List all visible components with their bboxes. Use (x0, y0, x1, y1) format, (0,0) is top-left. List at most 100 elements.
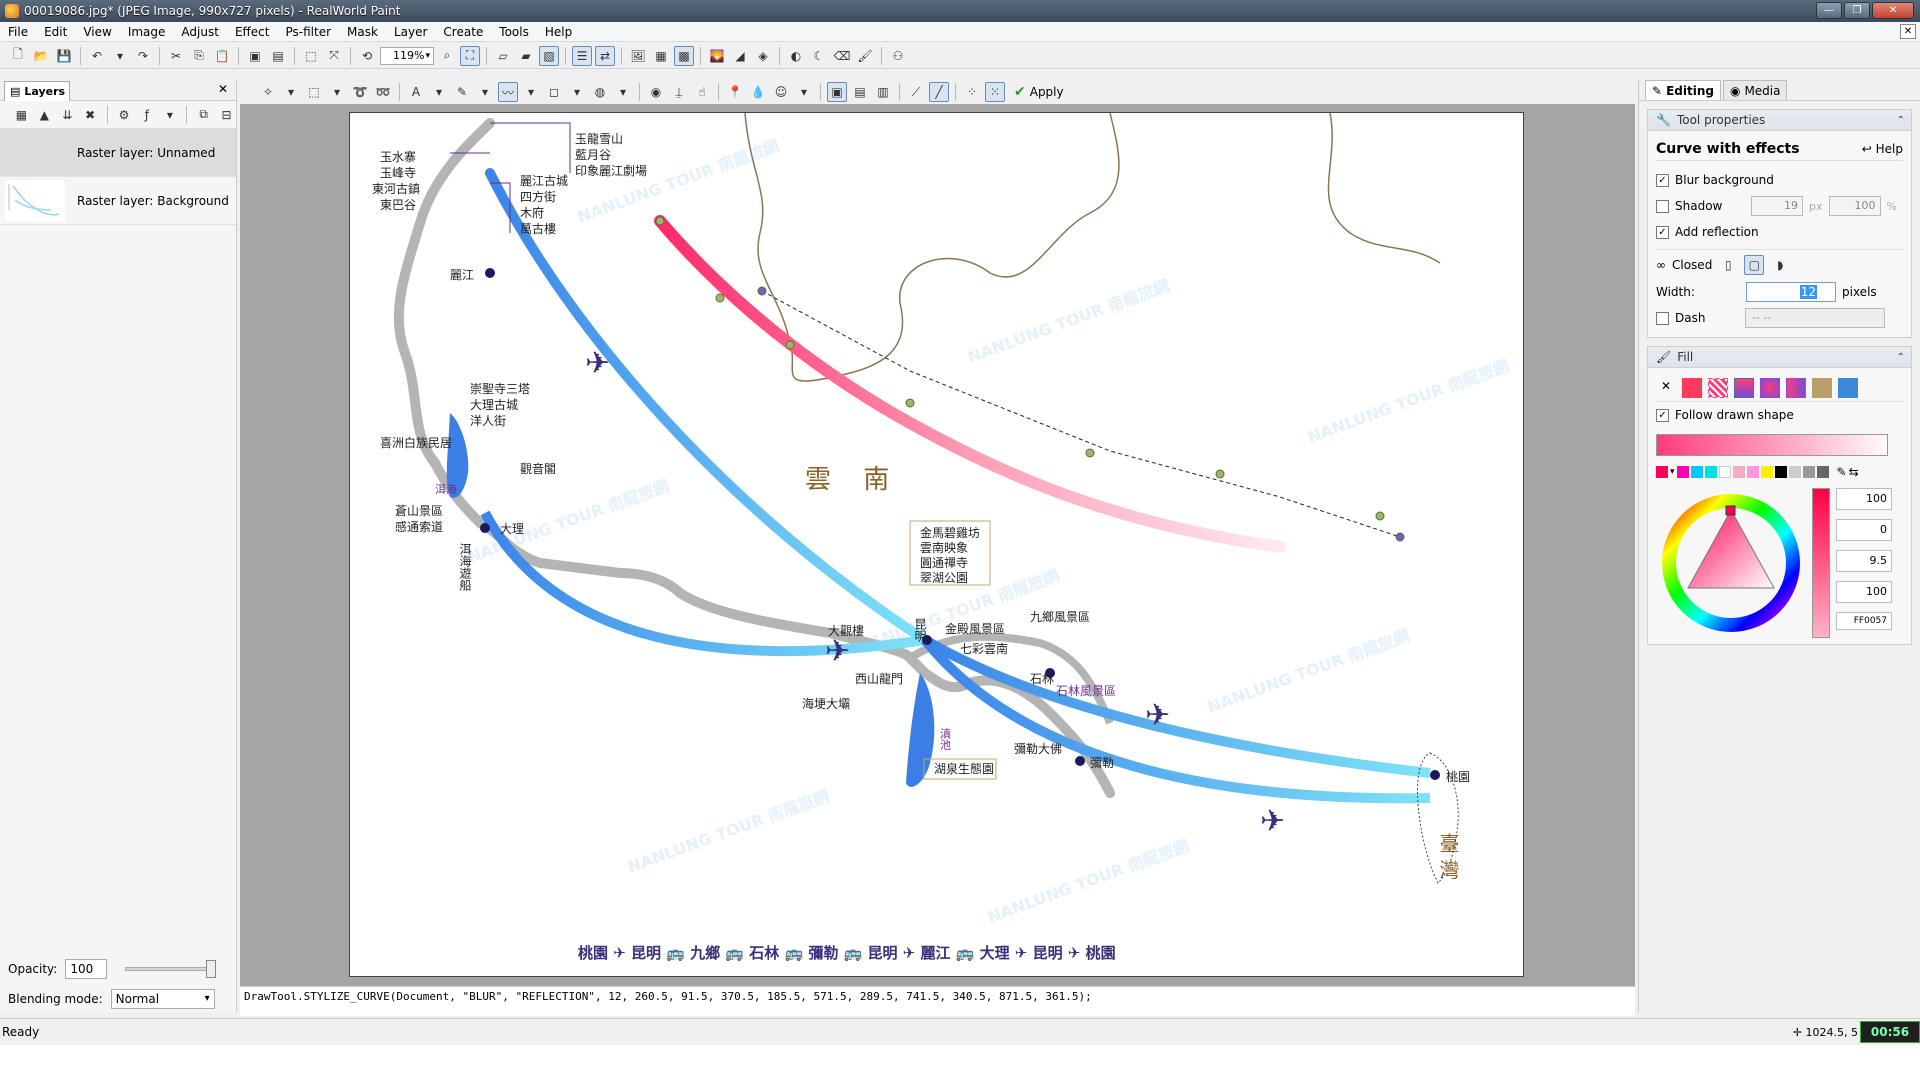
hue-input[interactable]: 100 (1836, 488, 1892, 510)
dash-checkbox[interactable] (1656, 311, 1669, 325)
zoom-icon[interactable]: ⌕ (437, 46, 457, 66)
opacity-slider-knob[interactable] (206, 960, 217, 978)
rotate-icon[interactable]: ⟲ (357, 46, 377, 66)
opacity-input[interactable]: 100 (65, 959, 108, 979)
menu-view[interactable]: View (75, 25, 119, 39)
picture-icon[interactable]: 🌄 (707, 46, 727, 66)
apply-button[interactable]: ✔ Apply (1008, 82, 1070, 102)
swatch[interactable] (1704, 466, 1717, 478)
clone-stamp-icon[interactable]: ⍊ (669, 82, 689, 102)
text-edit-icon[interactable]: ☰ (572, 45, 592, 66)
blur-checkbox[interactable]: ✓ (1656, 173, 1669, 187)
line-style-icon[interactable]: ╱ (929, 82, 949, 102)
swap-colors-icon[interactable]: ⇆ (1849, 465, 1859, 479)
solid-fill-icon[interactable] (1682, 377, 1702, 398)
image-fill-icon[interactable] (1838, 377, 1858, 398)
command-line[interactable]: DrawTool.STYLIZE_CURVE(Document, "BLUR",… (240, 986, 1635, 1016)
shadow-size-input[interactable]: 19 (1751, 196, 1803, 216)
zoom-select[interactable]: 119% (380, 46, 434, 65)
layer-properties-icon[interactable]: ⚙ (115, 105, 134, 125)
flatten-icon[interactable]: ⊟ (217, 105, 236, 125)
alpha-input[interactable]: 100 (1836, 581, 1892, 603)
layer-merge-icon[interactable]: ▧ (539, 45, 559, 66)
node-icon[interactable]: ⁘ (962, 82, 982, 102)
pattern-fill-icon[interactable] (1708, 377, 1728, 398)
open-icon[interactable]: 📂 (31, 46, 51, 66)
dropdown-icon[interactable]: ▾ (794, 82, 814, 102)
swatch[interactable] (1732, 466, 1745, 478)
follow-checkbox[interactable]: ✓ (1656, 408, 1669, 422)
image-canvas[interactable]: NANLUNG TOUR 南龍旅網 NANLUNG TOUR 南龍旅網 NANL… (349, 112, 1524, 977)
dash-pattern-input[interactable]: -- -- (1745, 308, 1885, 328)
person-icon[interactable]: ☺ (771, 82, 791, 102)
undo-icon[interactable]: ↶ (87, 46, 107, 66)
copy-icon[interactable]: ⎘ (189, 46, 209, 66)
fill-header[interactable]: 🖌 Fill ⌃ (1647, 346, 1912, 368)
pin-icon[interactable]: 📍 (725, 82, 745, 102)
menu-file[interactable]: File (0, 25, 36, 39)
save-icon[interactable]: 💾 (54, 46, 74, 66)
eraser-icon[interactable]: ⌫ (832, 46, 852, 66)
layer-down-icon[interactable]: ▰ (516, 46, 536, 66)
text-tool-icon[interactable]: A (406, 82, 426, 102)
layer-item[interactable]: Raster layer: Unnamed (0, 129, 236, 177)
opacity-slider[interactable] (125, 960, 217, 978)
moon-icon[interactable]: ☾ (809, 46, 829, 66)
select-icon[interactable]: ⬚ (301, 46, 321, 66)
width-input[interactable]: 12 (1746, 282, 1836, 302)
dropdown-icon[interactable]: ▾ (281, 82, 301, 102)
line-width-icon[interactable]: ⟋ (906, 82, 926, 102)
shadow-opacity-input[interactable]: 100 (1828, 196, 1881, 216)
menu-edit[interactable]: Edit (36, 25, 75, 39)
close-icon[interactable]: ✕ (218, 82, 228, 96)
gradient-icon[interactable]: ◢ (730, 46, 750, 66)
transform-icon[interactable]: ⤧ (324, 46, 344, 66)
red-eye-icon[interactable]: ◉ (646, 82, 666, 102)
layer-paste-icon[interactable]: ▤ (268, 46, 288, 66)
menu-adjust[interactable]: Adjust (173, 25, 227, 39)
layer-up-icon[interactable]: ▲ (35, 105, 54, 125)
reflection-checkbox[interactable]: ✓ (1656, 225, 1669, 239)
dropdown-icon[interactable]: ▾ (429, 82, 449, 102)
dropdown-icon[interactable]: ▾ (160, 105, 179, 125)
collapse-icon[interactable]: ⌃ (1897, 115, 1905, 126)
dropdown-icon[interactable]: ▾ (475, 82, 495, 102)
swatch[interactable] (1746, 466, 1759, 478)
radial-fill-icon[interactable] (1760, 377, 1780, 398)
menu-layer[interactable]: Layer (386, 25, 435, 39)
menu-effect[interactable]: Effect (227, 25, 278, 39)
menu-ps-filter[interactable]: Ps-filter (277, 25, 339, 39)
menu-mask[interactable]: Mask (339, 25, 386, 39)
object-icon[interactable]: ◈ (753, 46, 773, 66)
shape-tool-icon[interactable]: ◻ (544, 82, 564, 102)
paste-icon[interactable]: 📋 (212, 46, 232, 66)
eyedropper-icon[interactable]: ✎ (1837, 465, 1847, 479)
collapse-icon[interactable]: ⌃ (1897, 352, 1905, 363)
texture-fill-icon[interactable] (1812, 377, 1832, 398)
swatch[interactable] (1802, 466, 1815, 478)
minimize-button[interactable]: — (1816, 2, 1842, 19)
no-fill-icon[interactable]: ✕ (1656, 378, 1676, 398)
hex-input[interactable]: FF0057 (1836, 612, 1892, 630)
menu-help[interactable]: Help (537, 25, 580, 39)
stamp-icon[interactable]: ⚇ (888, 46, 908, 66)
magnetic-lasso-icon[interactable]: ➿ (373, 82, 393, 102)
contrast-icon[interactable]: ◐ (786, 46, 806, 66)
conical-fill-icon[interactable] (1786, 377, 1806, 398)
new-layer-icon[interactable]: ▦ (12, 105, 31, 125)
eyedropper-icon[interactable]: 💧 (748, 82, 768, 102)
close-button[interactable]: ✕ (1872, 2, 1914, 19)
cap-round-icon[interactable]: ◗ (1770, 255, 1790, 275)
gradient-fill-icon[interactable] (1734, 377, 1754, 398)
image-icon[interactable]: 🖼 (628, 46, 648, 66)
gradient-editor-bar[interactable] (1656, 434, 1888, 456)
mode-subtract-icon[interactable]: ▤ (850, 82, 870, 102)
layer-copy-icon[interactable]: ▣ (245, 46, 265, 66)
layer-up-icon[interactable]: ▱ (493, 46, 513, 66)
dropdown-icon[interactable]: ▾ (567, 82, 587, 102)
swatch[interactable] (1816, 466, 1829, 478)
menu-create[interactable]: Create (435, 25, 491, 39)
fit-window-icon[interactable]: ⛶ (460, 45, 480, 66)
node-select-icon[interactable]: ⁙ (985, 82, 1005, 102)
swatch[interactable] (1690, 466, 1703, 478)
